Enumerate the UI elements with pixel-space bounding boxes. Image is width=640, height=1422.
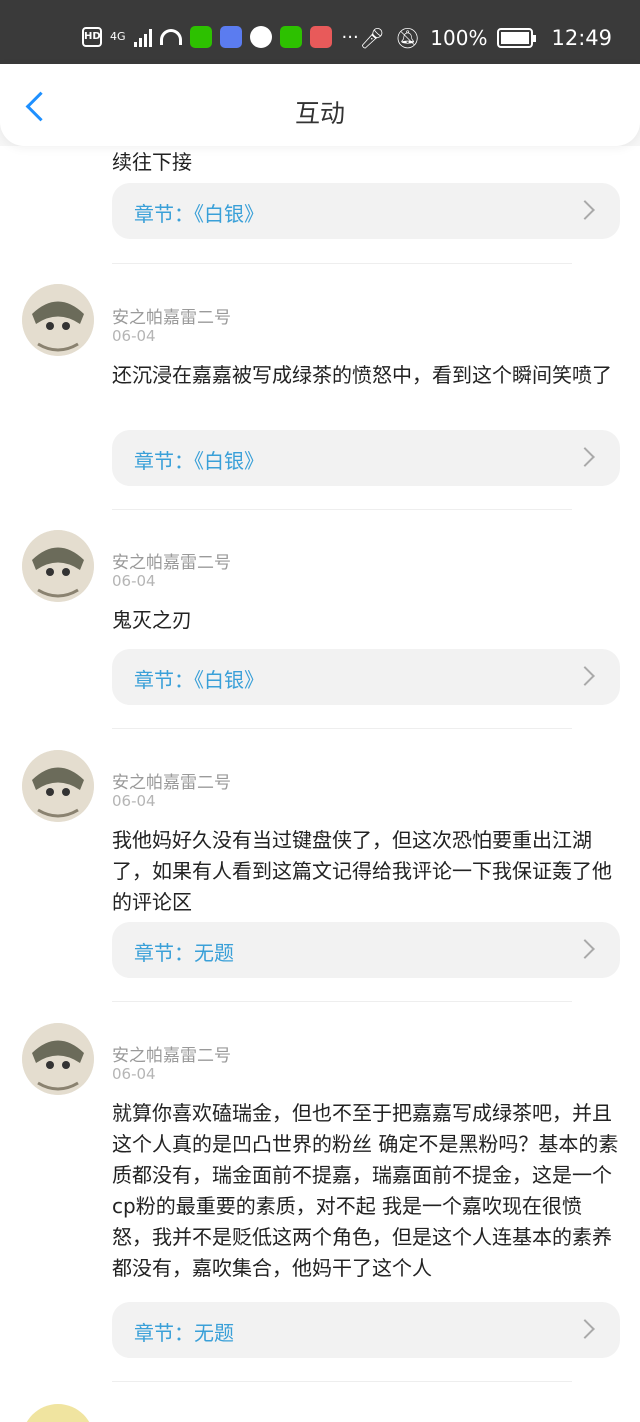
- comment-date: 06-04: [112, 327, 156, 345]
- avatar[interactable]: [22, 1404, 94, 1422]
- avatar[interactable]: [22, 750, 94, 822]
- divider: [112, 509, 572, 510]
- username[interactable]: 安之帕嘉雷二号: [112, 303, 231, 328]
- chapter-label: 章节：无题: [134, 941, 234, 965]
- username[interactable]: 安之帕嘉雷二号: [112, 768, 231, 793]
- status-left: HD 4G ···: [82, 26, 359, 48]
- top-nav: 互动: [0, 64, 640, 146]
- avatar[interactable]: [22, 284, 94, 356]
- hd-icon: HD: [82, 27, 102, 47]
- comment-date: 06-04: [112, 572, 156, 590]
- chevron-right-icon: [575, 939, 595, 959]
- network-type: 4G: [110, 30, 126, 43]
- wechat-icon-2: [279, 26, 302, 48]
- wifi-icon: [159, 29, 182, 45]
- clock: 12:49: [551, 26, 612, 50]
- reader-app-icon: [309, 26, 332, 48]
- avatar[interactable]: [22, 530, 94, 602]
- mic-icon: 🎤︎: [359, 26, 385, 50]
- battery-percent: 100%: [430, 26, 488, 50]
- wechat-icon: [189, 26, 212, 48]
- chevron-right-icon: [575, 1319, 595, 1339]
- chapter-label: 章节：《白银》: [134, 668, 264, 692]
- chevron-right-icon: [575, 447, 595, 467]
- chapter-label: 章节：《白银》: [134, 449, 264, 473]
- partial-comment-text: 续往下接: [112, 150, 192, 174]
- divider: [112, 1381, 572, 1382]
- comment-text: 还沉浸在嘉嘉被写成绿茶的愤怒中，看到这个瞬间笑喷了: [112, 363, 612, 387]
- comment-text: 我他妈好久没有当过键盘侠了，但这次恐怕要重出江湖了，如果有人看到这篇文记得给我评…: [112, 828, 612, 914]
- status-right: 🎤︎ 🔕︎ 100% 12:49: [360, 26, 613, 50]
- comment-feed[interactable]: 续往下接 章节：《白银》 安之帕嘉雷二号 06-04 还沉浸在嘉嘉被写成绿茶的愤…: [0, 146, 640, 1422]
- chapter-link[interactable]: 章节：无题: [112, 922, 620, 978]
- chapter-link[interactable]: 章节：无题: [112, 1302, 620, 1358]
- comment-date: 06-04: [112, 1065, 156, 1083]
- chapter-label: 章节：无题: [134, 1321, 234, 1345]
- signal-icon: [133, 27, 152, 47]
- username[interactable]: 安之帕嘉雷二号: [112, 548, 231, 573]
- username[interactable]: 安之帕嘉雷二号: [112, 1041, 231, 1066]
- chevron-right-icon: [575, 200, 595, 220]
- status-bar: HD 4G ··· 🎤︎ 🔕︎ 100% 12:49: [0, 0, 640, 64]
- divider: [112, 263, 572, 264]
- sports-app-icon: [249, 26, 272, 48]
- mute-icon: 🔕︎: [394, 26, 421, 50]
- chapter-label: 章节：《白银》: [134, 202, 264, 226]
- divider: [112, 728, 572, 729]
- comment-text: 就算你喜欢磕瑞金，但也不至于把嘉嘉写成绿茶吧，并且这个人真的是凹凸世界的粉丝 确…: [112, 1101, 619, 1280]
- battery-icon: [497, 28, 537, 48]
- music-app-icon: [219, 26, 242, 48]
- chapter-link[interactable]: 章节：《白银》: [112, 649, 620, 705]
- chapter-link[interactable]: 章节：《白银》: [112, 183, 620, 239]
- page-title: 互动: [294, 99, 345, 128]
- comment-date: 06-04: [112, 792, 156, 810]
- more-notifications: ···: [341, 26, 359, 48]
- chevron-right-icon: [575, 666, 595, 686]
- comment-text: 鬼灭之刃: [112, 608, 192, 632]
- chapter-link[interactable]: 章节：《白银》: [112, 430, 620, 486]
- divider: [112, 1001, 572, 1002]
- avatar[interactable]: [22, 1023, 94, 1095]
